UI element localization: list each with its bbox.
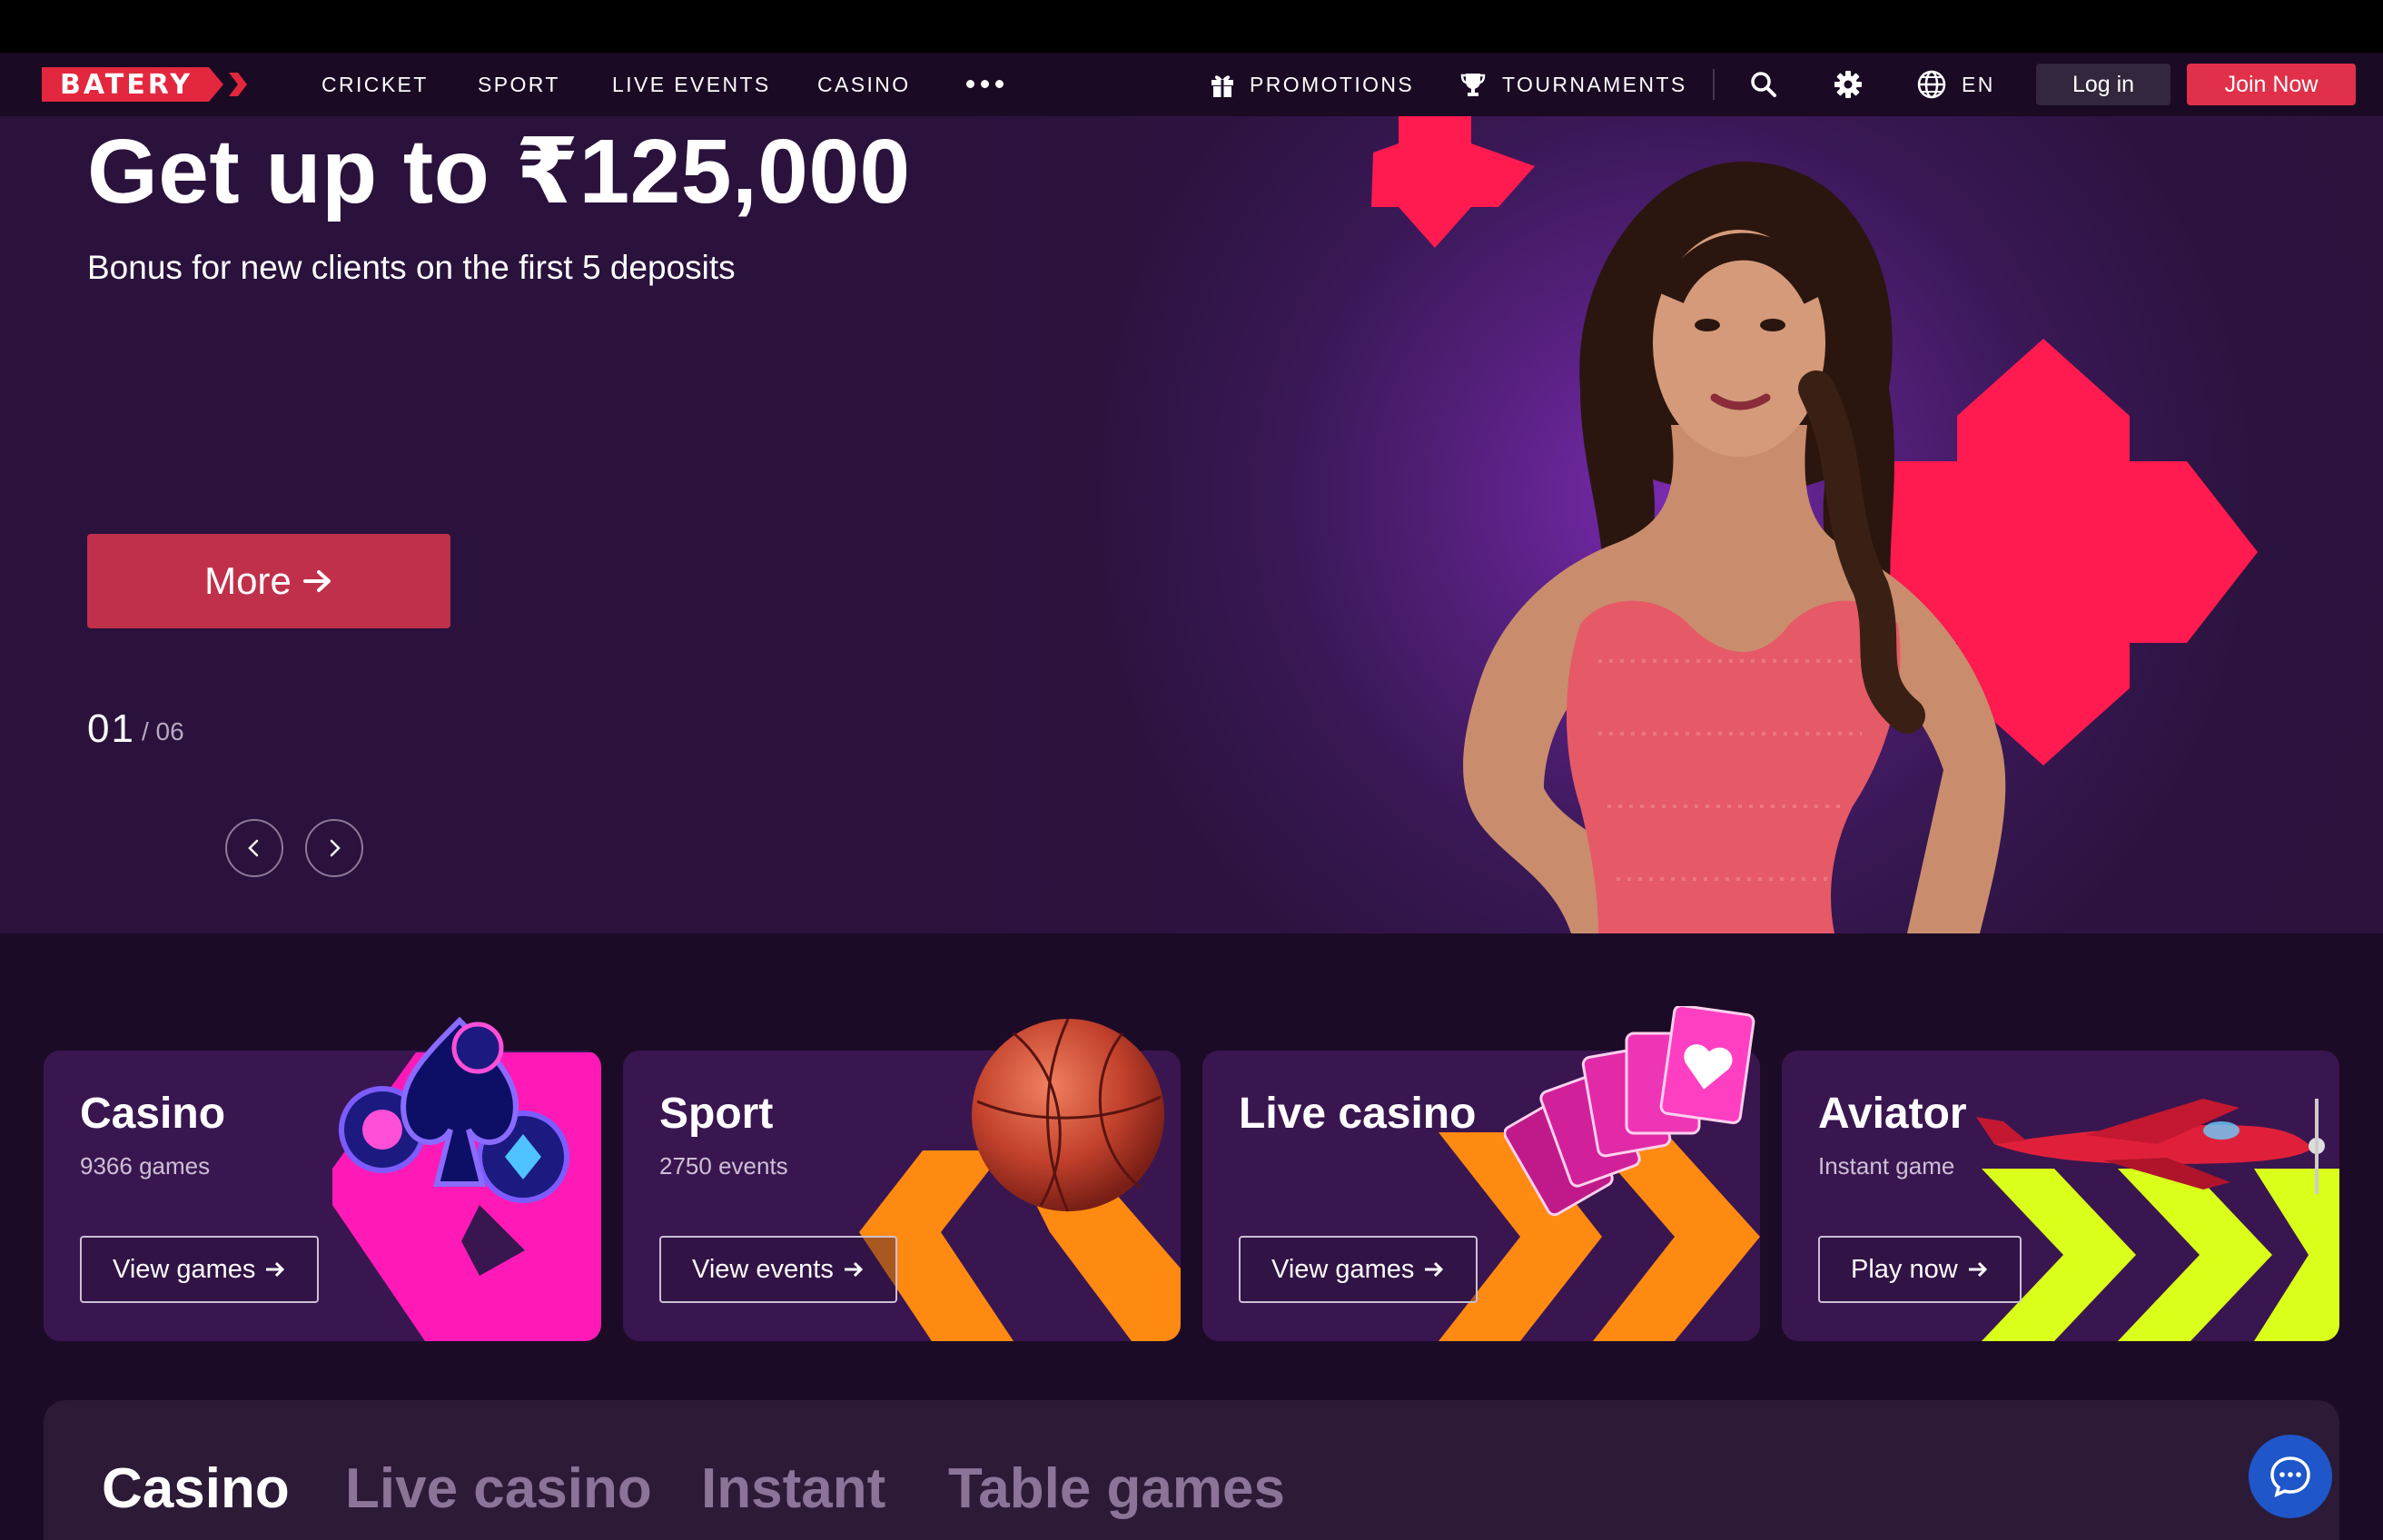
play-now-button-label: Play now bbox=[1851, 1254, 1958, 1284]
nav-cricket[interactable]: CRICKET bbox=[321, 71, 429, 98]
batery-logo[interactable]: BATERY bbox=[42, 67, 251, 102]
playing-cards-icon bbox=[1504, 1006, 1755, 1217]
view-events-button[interactable]: View events bbox=[659, 1236, 897, 1303]
nav-casino[interactable]: CASINO bbox=[817, 71, 911, 98]
card-title: Casino bbox=[80, 1090, 226, 1138]
gear-icon[interactable] bbox=[1833, 69, 1864, 100]
arrow-right-icon bbox=[844, 1261, 863, 1278]
card-title: Live casino bbox=[1239, 1090, 1477, 1138]
nav-promotions[interactable]: PROMOTIONS bbox=[1250, 71, 1414, 98]
slide-prev-button[interactable] bbox=[225, 819, 283, 877]
chat-bubble-icon bbox=[2270, 1456, 2310, 1498]
nav-tournaments[interactable]: TOURNAMENTS bbox=[1502, 71, 1687, 98]
hero-title: Get up to ₹125,000 bbox=[87, 121, 911, 222]
slide-next-button[interactable] bbox=[305, 819, 363, 877]
hero-left-fade bbox=[0, 116, 1181, 933]
basketball-icon bbox=[972, 1018, 1164, 1212]
logo-chevron-icon bbox=[229, 73, 247, 96]
view-events-button-label: View events bbox=[692, 1254, 834, 1284]
language-selector[interactable]: EN bbox=[1962, 71, 1995, 98]
red-plane-icon bbox=[1976, 1099, 2325, 1194]
card-subtitle: Instant game bbox=[1818, 1152, 1955, 1180]
arrow-right-icon bbox=[266, 1261, 285, 1278]
nav-live-events[interactable]: LIVE EVENTS bbox=[612, 71, 771, 98]
tab-instant[interactable]: Instant bbox=[701, 1456, 885, 1521]
nav-sport[interactable]: SPORT bbox=[478, 71, 560, 98]
tab-casino[interactable]: Casino bbox=[102, 1456, 290, 1521]
hero-subtitle: Bonus for new clients on the first 5 dep… bbox=[87, 249, 736, 286]
top-black-strip bbox=[0, 0, 2383, 53]
logo-text: BATERY bbox=[60, 68, 193, 101]
slide-total: / 06 bbox=[142, 717, 184, 745]
chevron-left-icon bbox=[248, 839, 259, 857]
arrow-right-icon bbox=[1425, 1261, 1444, 1278]
gift-icon bbox=[1211, 75, 1233, 97]
card-title: Sport bbox=[659, 1090, 774, 1138]
card-subtitle: 2750 events bbox=[659, 1152, 788, 1180]
trophy-icon bbox=[1460, 74, 1486, 96]
tab-live-casino[interactable]: Live casino bbox=[345, 1456, 652, 1521]
search-icon[interactable] bbox=[1749, 70, 1778, 99]
chevron-right-icon bbox=[330, 839, 341, 857]
chat-button[interactable] bbox=[2249, 1435, 2332, 1518]
view-games-button-label: View games bbox=[1271, 1254, 1415, 1284]
view-games-button-label: View games bbox=[113, 1254, 256, 1284]
arrow-right-icon bbox=[1968, 1261, 1987, 1278]
arrow-right-icon bbox=[302, 570, 331, 592]
more-button[interactable]: More bbox=[87, 534, 450, 628]
view-games-button[interactable]: View games bbox=[80, 1236, 320, 1303]
card-title: Aviator bbox=[1818, 1090, 1967, 1138]
slide-current: 01 bbox=[87, 706, 135, 751]
more-dots-icon[interactable] bbox=[966, 80, 1004, 88]
join-now-button[interactable]: Join Now bbox=[2187, 64, 2356, 105]
spade-chips-icon bbox=[339, 1016, 569, 1203]
more-button-label: More bbox=[204, 559, 292, 602]
card-subtitle: 9366 games bbox=[80, 1152, 211, 1180]
globe-icon[interactable] bbox=[1916, 69, 1947, 100]
nav-divider bbox=[1713, 69, 1715, 100]
play-now-button[interactable]: Play now bbox=[1818, 1236, 2022, 1303]
logo-badge: BATERY bbox=[42, 67, 223, 102]
hero-model-illustration bbox=[1371, 116, 2258, 933]
tab-table-games[interactable]: Table games bbox=[948, 1456, 1285, 1521]
view-games-button[interactable]: View games bbox=[1239, 1236, 1478, 1303]
login-button[interactable]: Log in bbox=[2036, 64, 2170, 105]
